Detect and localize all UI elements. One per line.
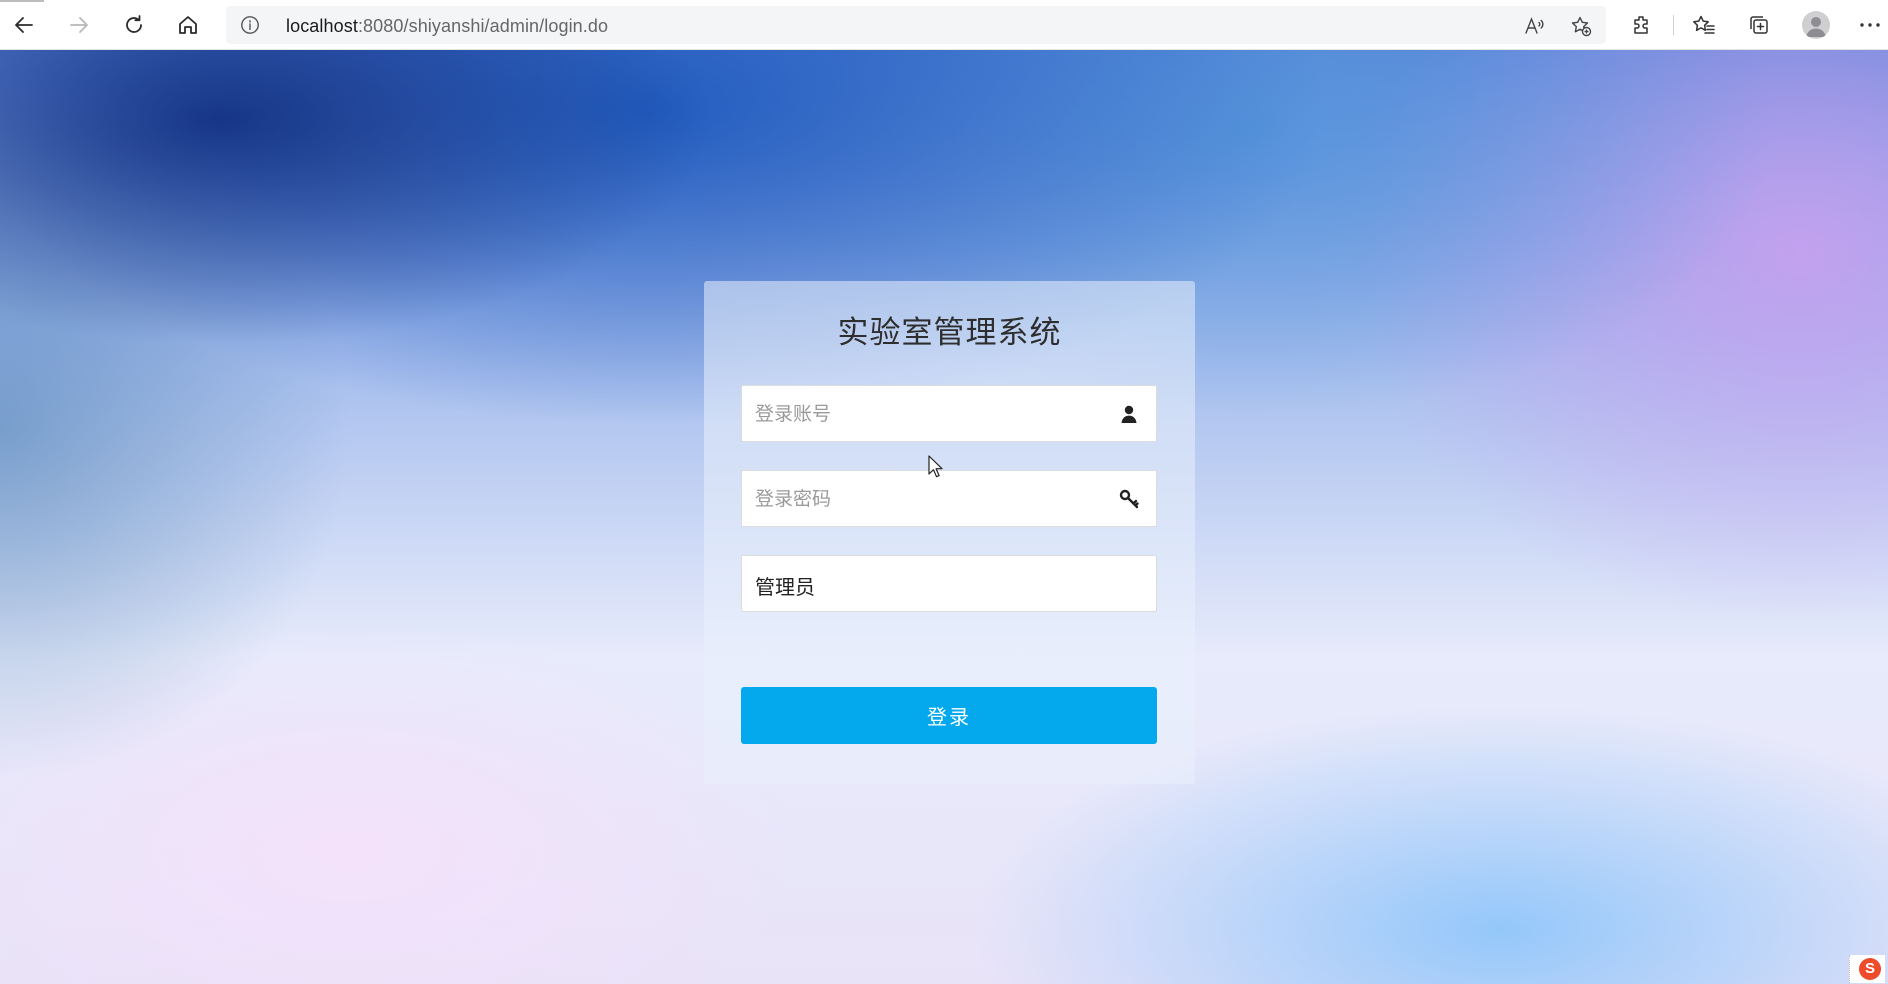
url-text[interactable]: localhost:8080/shiyanshi/admin/login.do <box>286 16 608 37</box>
read-aloud-icon[interactable] <box>1523 15 1545 37</box>
back-icon <box>15 17 33 33</box>
toolbar-separator <box>1673 15 1674 35</box>
info-icon[interactable] <box>240 15 260 35</box>
key-icon <box>1119 489 1139 509</box>
profile-icon <box>1806 17 1826 37</box>
login-page-background: 实验室管理系统 管理员 登录 <box>0 50 1888 984</box>
refresh-icon <box>126 15 142 33</box>
user-icon <box>1121 405 1137 423</box>
home-button[interactable] <box>170 7 206 43</box>
tab-indicator <box>0 0 44 2</box>
url-path: :8080/shiyanshi/admin/login.do <box>357 16 609 36</box>
tray-badge[interactable]: S <box>1849 955 1885 983</box>
home-icon <box>179 16 197 34</box>
favorites-icon[interactable] <box>1692 14 1716 36</box>
account-field[interactable] <box>741 385 1157 442</box>
more-icon[interactable] <box>1859 22 1881 28</box>
collections-icon[interactable] <box>1747 13 1771 37</box>
system-title: 实验室管理系统 <box>837 315 1062 351</box>
forward-button[interactable] <box>61 7 97 43</box>
forward-icon <box>70 17 88 33</box>
add-favorite-icon[interactable] <box>1570 15 1592 37</box>
login-button[interactable]: 登录 <box>741 687 1157 744</box>
back-button[interactable] <box>6 7 42 43</box>
refresh-button[interactable] <box>116 7 152 43</box>
account-input[interactable] <box>742 386 1156 441</box>
password-field[interactable] <box>741 470 1157 527</box>
password-input[interactable] <box>742 471 1156 526</box>
extensions-icon[interactable] <box>1631 14 1653 36</box>
address-bar[interactable]: localhost:8080/shiyanshi/admin/login.do <box>226 6 1606 44</box>
mouse-cursor-icon <box>928 455 943 478</box>
url-host: localhost <box>286 16 358 36</box>
browser-toolbar: localhost:8080/shiyanshi/admin/login.do <box>0 0 1888 50</box>
profile-button[interactable] <box>1802 11 1830 39</box>
role-select[interactable]: 管理员 <box>741 555 1157 612</box>
sogou-input-icon: S <box>1859 958 1881 980</box>
role-selected-value: 管理员 <box>755 575 815 599</box>
login-card: 实验室管理系统 管理员 登录 <box>704 281 1195 784</box>
